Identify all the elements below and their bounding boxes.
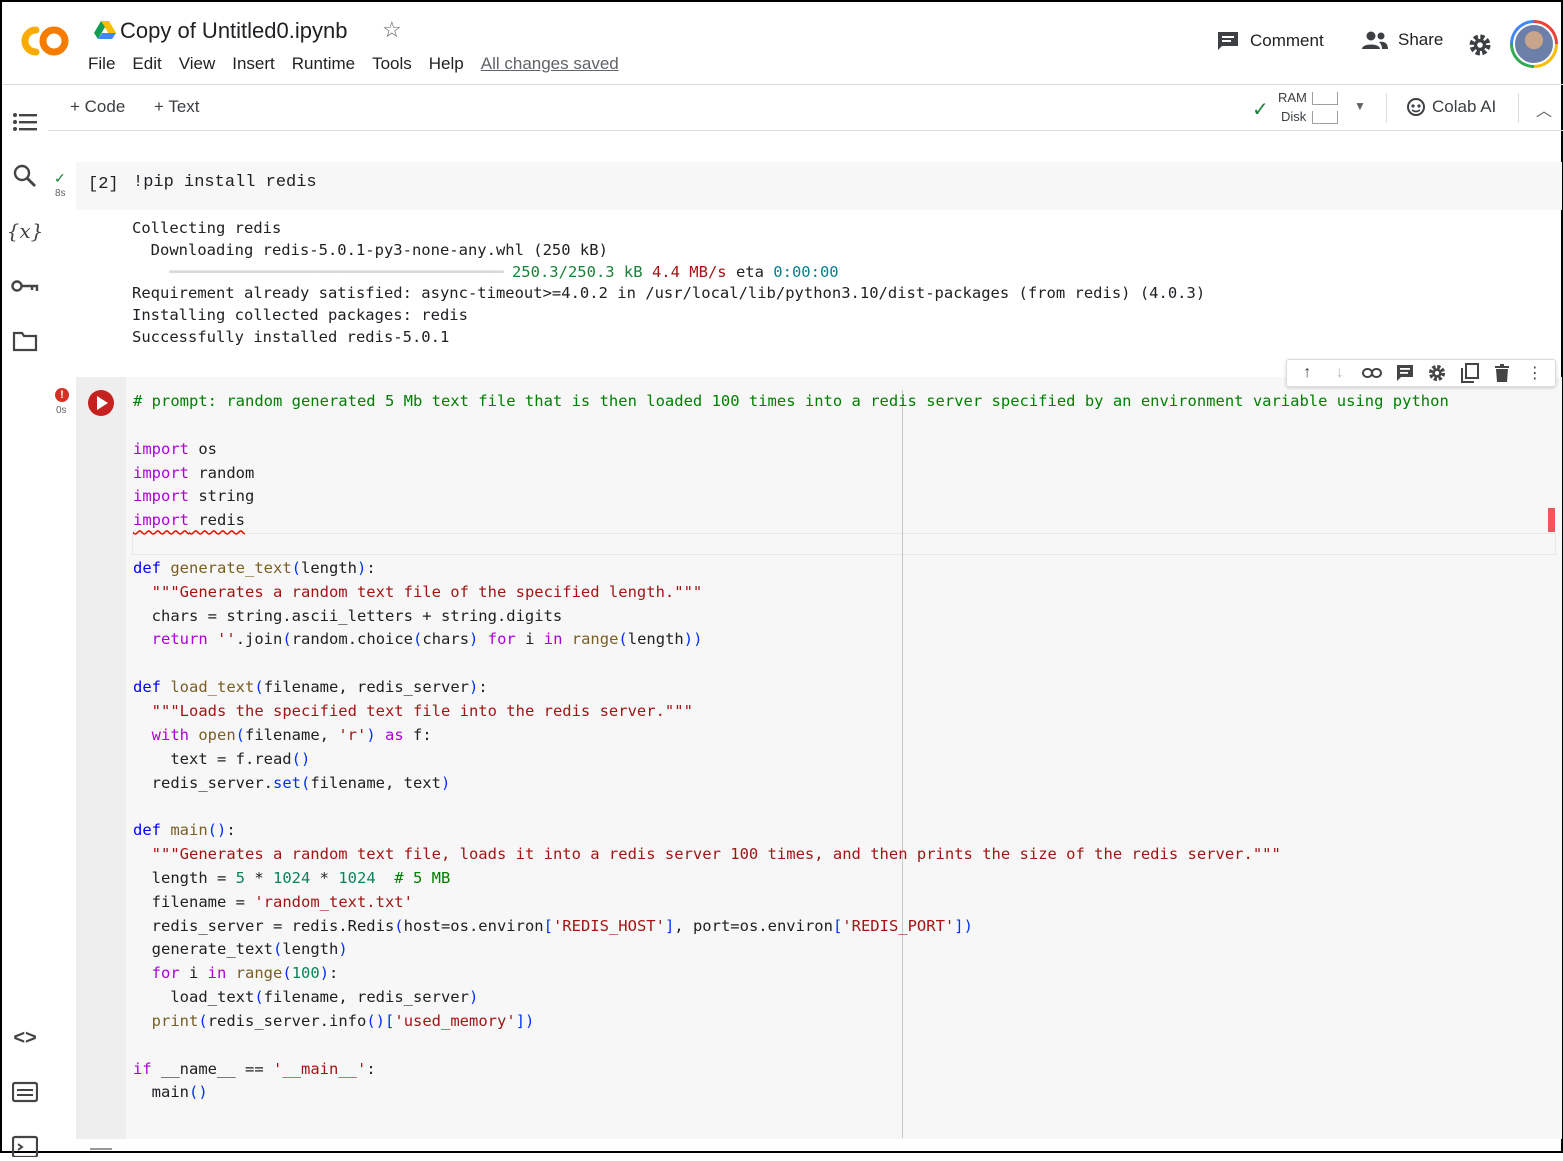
cell-success-check-icon: ✓ [54,170,66,186]
comment-icon [1218,32,1238,50]
code-snippets-icon[interactable]: <> [10,1023,40,1053]
ram-label: RAM [1278,90,1307,105]
menu-help[interactable]: Help [429,54,464,74]
toolbar-divider [1518,93,1519,123]
mirror-cell-icon[interactable] [1458,362,1482,384]
cell-toolbar: ↑ ↓ ⋮ [1286,359,1556,387]
more-vert-icon[interactable]: ⋮ [1523,362,1547,384]
progress-speed: 4.4 MB/s [651,262,727,281]
menu-edit[interactable]: Edit [132,54,161,74]
add-text-cell-button[interactable]: + Text [154,97,200,117]
notebook-toolbar: + Code + Text ✓ RAM Disk ▼ Colab AI ︿ [48,85,1563,131]
colab-logo[interactable] [14,20,72,62]
execution-count: [2] [88,175,119,194]
terminal-icon[interactable] [10,1131,40,1161]
left-rail: {x} <> [2,85,48,1157]
move-down-icon[interactable]: ↓ [1328,362,1352,384]
menu-tools[interactable]: Tools [372,54,412,74]
secrets-key-icon[interactable] [10,271,40,301]
progress-eta: 0:00:00 [773,262,839,281]
comment-label: Comment [1250,31,1324,50]
colab-ai-label: Colab AI [1432,97,1497,116]
disk-label: Disk [1281,109,1307,124]
disk-meter[interactable] [1312,111,1338,124]
search-icon[interactable] [10,161,40,191]
next-cell-edge [90,1148,112,1155]
settings-icon[interactable] [1425,362,1449,384]
share-label: Share [1398,30,1444,49]
table-of-contents-icon[interactable] [10,107,40,137]
output-line: Downloading redis-5.0.1-py3-none-any.whl… [132,240,608,259]
output-line: Requirement already satisfied: async-tim… [132,284,1206,303]
progress-size: 250.3/250.3 kB [511,262,643,281]
code-editor[interactable]: # prompt: random generated 5 Mb text fil… [133,390,1449,1105]
star-icon[interactable]: ☆ [382,17,402,43]
cell-code[interactable]: !pip install redis [133,173,317,192]
output-line: Installing collected packages: redis [132,306,468,325]
settings-gear-icon[interactable] [1467,32,1493,63]
menu-view[interactable]: View [179,54,216,74]
collapse-header-chevron-up-icon[interactable]: ︿ [1536,97,1552,121]
share-button[interactable]: Share [1362,30,1443,50]
google-drive-icon [94,20,116,40]
command-palette-icon[interactable] [10,1077,40,1107]
comment-button[interactable]: Comment [1216,30,1324,52]
cell-run-time: 0s [56,405,67,416]
menu-insert[interactable]: Insert [232,54,275,74]
output-line: Successfully installed redis-5.0.1 [132,327,450,346]
progress-eta-label: eta [735,262,764,281]
files-folder-icon[interactable] [10,326,40,356]
colab-ai-icon [1407,98,1425,116]
move-up-icon[interactable]: ↑ [1295,362,1319,384]
toolbar-divider [1386,93,1387,123]
ram-meter[interactable] [1312,92,1338,105]
menu-bar: File Edit View Insert Runtime Tools Help… [88,54,636,74]
cell-output: Collecting redis Downloading redis-5.0.1… [132,218,1205,349]
add-code-cell-button[interactable]: + Code [70,97,125,117]
account-avatar[interactable] [1510,20,1558,68]
cell-run-time: 8s [55,188,66,199]
variables-icon[interactable]: {x} [7,216,44,246]
connected-check-icon: ✓ [1252,99,1269,121]
colab-ai-button[interactable]: Colab AI [1406,97,1496,117]
runtime-dropdown-icon[interactable]: ▼ [1354,99,1366,113]
people-icon [1362,31,1388,49]
save-status-link[interactable]: All changes saved [481,54,619,74]
play-icon [97,396,108,410]
error-scroll-marker [1548,508,1555,532]
progress-bar: ━━━━━━━━━━━━━━━━━━━━━━━━━━━━━━━━━━━━━━━━ [169,262,503,281]
menu-file[interactable]: File [88,54,115,74]
run-cell-button[interactable] [88,390,114,416]
notebook-title[interactable]: Copy of Untitled0.ipynb [120,18,347,44]
cell-gutter [76,377,126,1139]
link-icon[interactable] [1360,362,1384,384]
cell-error-icon: ! [55,388,69,402]
delete-icon[interactable] [1490,362,1514,384]
menu-runtime[interactable]: Runtime [292,54,355,74]
output-line: Collecting redis [132,219,282,237]
comment-icon[interactable] [1393,362,1417,384]
